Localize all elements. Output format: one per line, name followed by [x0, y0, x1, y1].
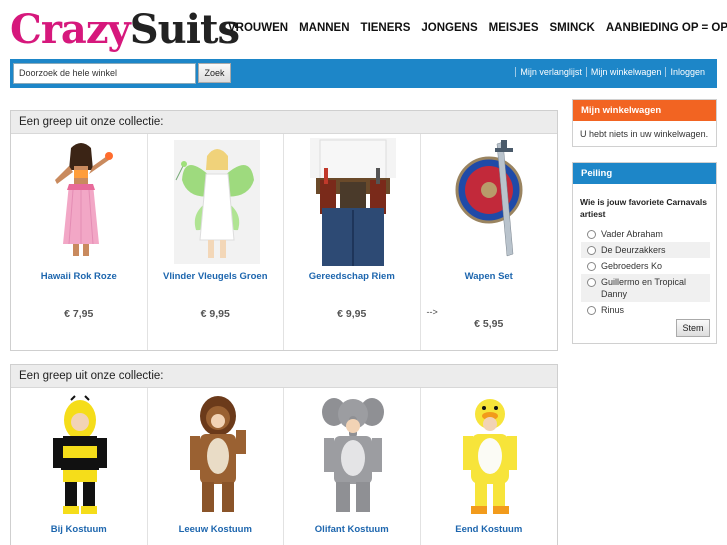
main-navigation: VROUWEN MANNEN TIENERS JONGENS MEISJES S… [228, 22, 727, 34]
poll-option[interactable]: De Deurzakkers [581, 242, 710, 258]
product-card[interactable]: Bij Kostuum [11, 388, 148, 545]
poll-widget: Peiling Wie is jouw favoriete Carnavals … [572, 162, 717, 344]
poll-option-label: Gebroeders Ko [601, 261, 663, 271]
poll-question: Wie is jouw favoriete Carnavals artiest [580, 197, 707, 219]
poll-option-label: Guillermo en Tropical Danny [601, 277, 687, 299]
nav-vrouwen[interactable]: VROUWEN [228, 22, 288, 34]
nav-mannen[interactable]: MANNEN [299, 22, 349, 34]
poll-option[interactable]: Rinus [573, 302, 716, 318]
product-name[interactable]: Hawaii Rok Roze [11, 271, 147, 282]
product-image-tool-belt[interactable] [310, 138, 396, 266]
product-price: € 7,95 [64, 308, 94, 320]
product-image-butterfly-wings[interactable] [173, 140, 260, 264]
radio-button[interactable] [587, 306, 596, 315]
collection-box-1: Een greep uit onze collectie: Hawaii Rok… [10, 110, 558, 351]
poll-option[interactable]: Guillermo en Tropical Danny [581, 274, 710, 302]
search-bar: Doorzoek de hele winkel Zoek Mijn verlan… [10, 59, 717, 88]
cart-widget: Mijn winkelwagen U hebt niets in uw wink… [572, 99, 717, 147]
poll-option-label: Rinus [601, 305, 625, 315]
poll-option[interactable]: Vader Abraham [573, 226, 716, 242]
product-image-hawaii-skirt[interactable] [41, 140, 121, 262]
poll-option-label: Vader Abraham [601, 229, 663, 239]
product-price: € 9,95 [337, 308, 367, 320]
product-card[interactable]: Vlinder Vleugels Groen € 9,95 [148, 134, 284, 350]
radio-button[interactable] [587, 278, 596, 287]
product-image-elephant-costume[interactable] [320, 392, 386, 518]
product-name[interactable]: Vlinder Vleugels Groen [148, 271, 284, 282]
product-card[interactable]: Wapen Set --> € 5,95 [421, 134, 558, 350]
product-image-weapon-set[interactable] [451, 138, 533, 264]
site-logo[interactable]: CrazySuits [10, 6, 240, 54]
product-image-lion-costume[interactable] [188, 394, 248, 518]
cart-empty-text: U hebt niets in uw winkelwagen. [580, 129, 709, 139]
product-card[interactable]: Hawaii Rok Roze € 7,95 [11, 134, 148, 350]
search-input[interactable]: Doorzoek de hele winkel [13, 63, 196, 84]
collection-title: Een greep uit onze collectie: [11, 111, 557, 134]
product-card[interactable]: Eend Kostuum [421, 388, 558, 545]
product-card[interactable]: Leeuw Kostuum [148, 388, 284, 545]
product-name[interactable]: Gereedschap Riem [284, 271, 420, 282]
poll-option[interactable]: Gebroeders Ko [573, 258, 716, 274]
poll-option-label: De Deurzakkers [601, 245, 666, 255]
nav-jongens[interactable]: JONGENS [421, 22, 477, 34]
wishlist-link[interactable]: Mijn verlanglijst [515, 67, 586, 77]
cart-link[interactable]: Mijn winkelwagen [585, 67, 666, 77]
product-name[interactable]: Olifant Kostuum [284, 524, 420, 535]
vote-button[interactable]: Stem [676, 319, 710, 337]
collection-box-2: Een greep uit onze collectie: Bij Kostuu… [10, 364, 558, 545]
product-name[interactable]: Wapen Set [421, 271, 558, 282]
search-button[interactable]: Zoek [198, 63, 231, 83]
product-image-bee-costume[interactable] [51, 394, 109, 518]
nav-meisjes[interactable]: MEISJES [489, 22, 539, 34]
radio-button[interactable] [587, 262, 596, 271]
product-image-duck-costume[interactable] [461, 394, 519, 518]
account-links: Mijn verlanglijst Mijn winkelwagen Inlog… [515, 67, 709, 77]
cart-widget-title[interactable]: Mijn winkelwagen [573, 100, 716, 121]
arrow-text: --> [426, 307, 438, 317]
nav-aanbieding[interactable]: AANBIEDING OP = OP [606, 22, 727, 34]
radio-button[interactable] [587, 230, 596, 239]
nav-tieners[interactable]: TIENERS [361, 22, 411, 34]
product-price: € 9,95 [200, 308, 230, 320]
product-name[interactable]: Leeuw Kostuum [148, 524, 284, 535]
radio-button[interactable] [587, 246, 596, 255]
product-card[interactable]: Gereedschap Riem € 9,95 [284, 134, 421, 350]
product-name[interactable]: Eend Kostuum [421, 524, 558, 535]
product-price: € 5,95 [474, 318, 504, 330]
nav-sminck[interactable]: SMINCK [550, 22, 595, 34]
logo-text-crazy: Crazy [10, 6, 131, 53]
login-link[interactable]: Inloggen [665, 67, 709, 77]
product-name[interactable]: Bij Kostuum [11, 524, 147, 535]
poll-title: Peiling [573, 163, 716, 184]
collection-title: Een greep uit onze collectie: [11, 365, 557, 388]
product-card[interactable]: Olifant Kostuum [284, 388, 421, 545]
logo-text-suits: Suits [129, 6, 240, 53]
